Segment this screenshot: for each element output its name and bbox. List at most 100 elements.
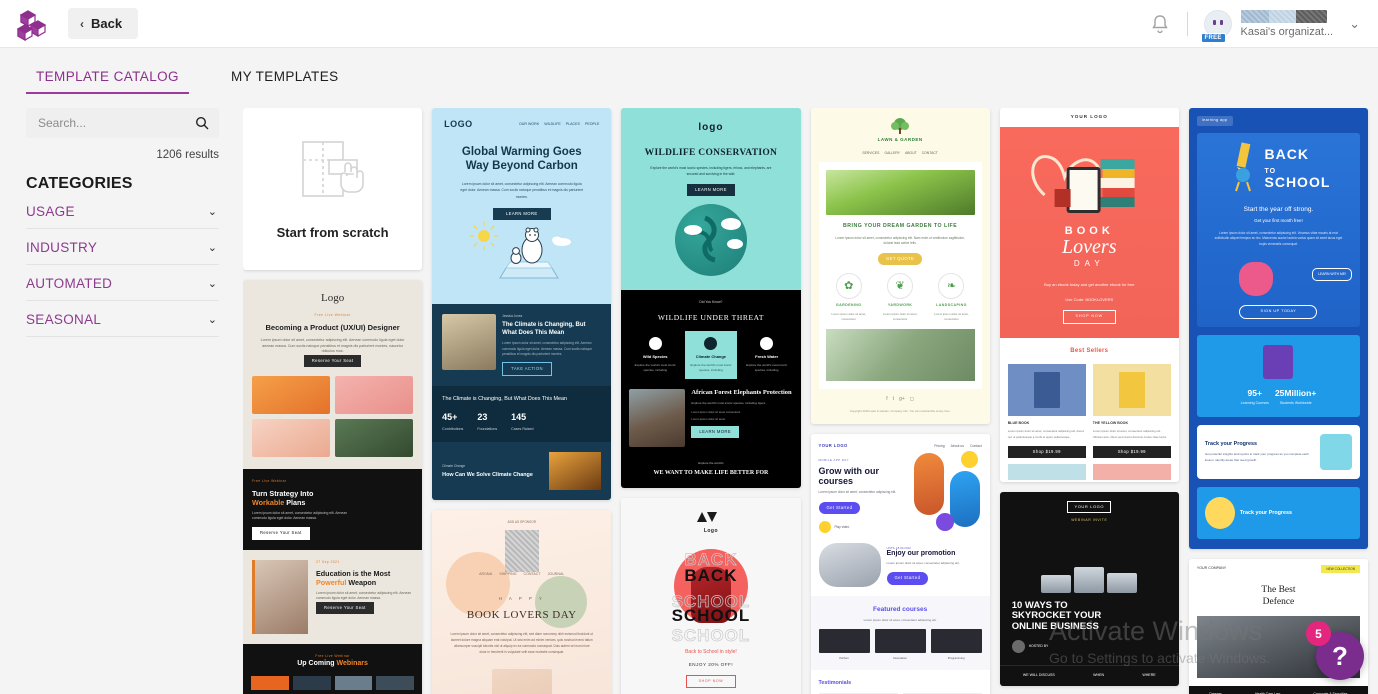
template-kicker: H A P P Y [498,595,545,601]
template-stat: 25Million+ Students Worldwide [1275,387,1316,407]
play-video-icon [818,521,831,534]
threat-icon [760,336,774,350]
template-author: Jessica Jones [502,313,523,318]
template-nav: Dresses Health Care Law Corporate & Secu… [1188,686,1369,694]
template-logo: logo [698,122,724,133]
yardwork-icon: ❦ [887,273,914,300]
template-body: Lorem ipsum dolor sit amet, consectetur … [450,631,593,654]
template-cta: TAKE ACTION [502,361,552,376]
stat-value: 23 [477,412,488,423]
book-name: BLUE BOOK [1007,421,1030,426]
template-promo-code: Use Code: BOOKLOVERS [1065,297,1114,303]
template-cta: Reserve Your Seat [303,355,362,368]
template-card-back-to-school-red[interactable]: Logo BACK BACK SCHOOL SCHOOL SCHOOL Back… [621,498,801,694]
nav-item: PEOPLE [584,122,600,127]
sidebar-item-automated[interactable]: AUTOMATED ⌄ [26,265,219,301]
template-cta: SHOP NOW [685,674,737,689]
template-card-ten-ways[interactable]: YOUR LOGO WEBINAR INVITE 10 WAYS TO SKYR… [999,491,1179,686]
course-thumb [874,629,926,654]
book-item: BLUE BOOK Lorem ipsum dolor sit amet, co… [1007,364,1086,458]
sidebar-filters: 1206 results CATEGORIES USAGE ⌄ INDUSTRY… [0,108,243,694]
template-headline: Featured courses [873,606,928,614]
chevron-down-icon[interactable]: ⌄ [1349,16,1360,32]
template-logo: learning app [1196,116,1233,126]
search-box[interactable] [26,108,219,138]
stat-value: 45+ [442,412,458,423]
landscaping-icon: ❧ [938,273,965,300]
template-card-global-warming[interactable]: LOGO OUR WORK WILDLIFE PLACES PEOPLE Glo… [432,108,612,501]
template-stat: 95+ Learning Courses [1241,387,1269,407]
bullet-item: Lorem ipsum dolor sit amet [691,416,726,421]
template-cta: LEARN MORE [492,207,551,220]
template-headline: BOOK LOVERS DAY [466,609,577,622]
threat-icon [704,336,718,350]
template-footer: Copyright 2019 Lawn & Garden. Company In… [849,408,951,413]
twitter-icon: t [892,396,895,403]
tab-template-catalog[interactable]: TEMPLATE CATALOG [26,69,189,94]
template-logo: Logo [320,292,345,304]
bts-progress-card-2: Track your Progress [1196,486,1361,539]
template-body: Lorem ipsum dolor sit amet, consectetur … [835,235,965,246]
template-kicker: WEBINAR INVITE [1071,517,1108,522]
threat-text: Explore the world's most iconic species,… [634,362,676,372]
category-label: AUTOMATED [26,276,113,291]
pencil-character-icon [1227,141,1261,197]
headline-accent: Powerful [316,577,347,587]
headline-part: Weapon [348,577,377,587]
template-body: Explore the world's most iconic species,… [650,166,772,177]
template-cta: SIGN UP TODAY [1239,304,1318,319]
template-card-back-to-school-blue[interactable]: learning app BACK TO SCHOOL Start the ye… [1188,108,1369,549]
category-label: INDUSTRY [26,240,98,255]
template-card-book-lovers-pastel[interactable]: ADD AS SPONSOR AROMA SHIPPING CONTACT JO… [432,510,612,694]
template-subhead: Get your first month free! [1254,217,1303,223]
headline-part: Turn Strategy Into [252,488,314,498]
facebook-icon: f [886,396,888,403]
book-price-button: Shop $19.99 [1092,445,1171,458]
stat-label: Foundations [477,426,498,431]
search-icon[interactable] [195,116,209,130]
template-body: Lorem ipsum dolor sit amet, consectetur … [460,182,584,199]
template-headline: Global Warming Goes Way Beyond Carbon [461,145,582,172]
org-name-label: Kasai's organizat... [1240,25,1334,38]
template-kicker: Free Live Webinar [252,479,287,484]
sidebar-item-seasonal[interactable]: SEASONAL ⌄ [26,301,219,337]
start-from-scratch-card[interactable]: Start from scratch [243,108,423,270]
template-cta: Reserve Your Seat [316,601,374,614]
template-card-courses[interactable]: YOUR LOGO Pricing About us Contact MOBIL… [810,433,990,694]
help-notification-badge[interactable]: 5 [1306,621,1331,646]
nav-item: OUR WORK [519,122,540,127]
template-stat: 145 Cases Raised [511,411,533,432]
org-switcher[interactable]: Kasai's organizat... [1240,9,1334,38]
template-card-wildlife[interactable]: logo WILDLIFE CONSERVATION Explore the w… [621,108,801,489]
template-nav: Pricing About us Contact [934,444,981,449]
threat-card: Wild Species Explore the world's most ic… [629,331,681,379]
template-photo [442,313,497,370]
headline-part: Education is the Most [316,568,391,578]
back-button[interactable]: ‹ Back [68,8,139,39]
book-desc: Lorem ipsum dolor sit amet, consectetur … [1092,429,1167,439]
nav-item: About us [950,443,964,448]
sidebar-item-industry[interactable]: INDUSTRY ⌄ [26,229,219,265]
template-card-book-lovers-red[interactable]: YOUR LOGO BOOK Lovers DAY Buy an ebook t… [999,108,1179,482]
course-tag: Programming [947,656,965,661]
cubes-logo-icon[interactable] [16,7,50,41]
template-card-garden[interactable]: LAWN & GARDEN SERVICES GALLERY ABOUT CON… [810,108,990,424]
template-title-3: DAY [1073,259,1105,269]
title-back: BACK [1264,146,1309,163]
sidebar-item-usage[interactable]: USAGE ⌄ [26,193,219,229]
tab-my-templates[interactable]: MY TEMPLATES [221,69,349,94]
template-nav: OUR WORK WILDLIFE PLACES PEOPLE [519,122,599,127]
avatar[interactable]: FREE [1200,9,1232,43]
template-body: Lorem ipsum dolor sit amet, consectetur … [502,341,593,357]
threat-name: Climate Change [695,353,727,359]
template-headline: African Forest Elephants Protection [691,388,792,396]
service-name: LANDSCAPING [936,303,967,308]
template-card-ux-designer[interactable]: Logo Free Live Webinar Becoming a Produc… [243,280,423,694]
book-desc: Lorem ipsum dolor sit amet, consectetur … [1007,429,1085,439]
search-input[interactable] [38,116,195,130]
nav-item: WILDLIFE [544,122,561,127]
plan-badge: FREE [1200,32,1226,43]
illustration-cell [335,376,414,415]
notification-bell-icon[interactable] [1149,13,1171,35]
template-body: Lorem ipsum dolor sit amet, consectetur … [260,337,405,354]
